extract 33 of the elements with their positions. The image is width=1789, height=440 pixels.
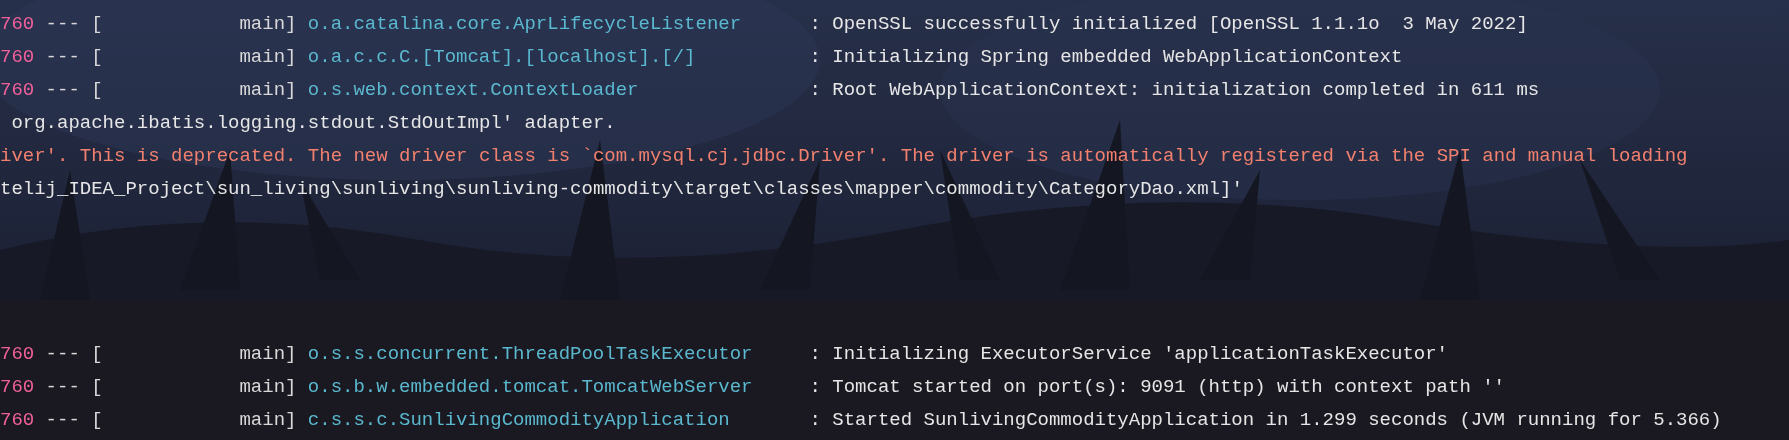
logger-name: c.s.s.c.SunlivingCommodityApplication xyxy=(307,408,731,433)
log-separator: --- [ xyxy=(45,375,104,400)
log-separator: --- [ xyxy=(45,78,104,103)
thread-name: main] xyxy=(239,342,298,367)
log-separator: --- [ xyxy=(45,408,104,433)
log-message: : OpenSSL successfully initialized [OpenSSL 1.1.1o 3 May 2022] xyxy=(809,12,1528,37)
logger-name: o.s.b.w.embedded.tomcat.TomcatWebServer xyxy=(307,375,754,400)
process-id: 760 xyxy=(0,45,36,70)
log-separator: --- [ xyxy=(45,45,104,70)
log-line: telij_IDEA_Project\sun_living\sunliving\sunliving-commodity\target\classes\mapper\commodity\CategoryDao.xml]' xyxy=(0,177,1243,202)
logger-name: o.a.catalina.core.AprLifecycleListener xyxy=(307,12,743,37)
process-id: 760 xyxy=(0,12,36,37)
process-id: 760 xyxy=(0,408,36,433)
process-id: 760 xyxy=(0,78,36,103)
log-message: : Root WebApplicationContext: initialization completed in 611 ms xyxy=(809,78,1540,103)
warning-line: iver'. This is deprecated. The new driver class is `com.mysql.cj.jdbc.Driver'. The driver is automatically registered via the SPI and manual loading xyxy=(0,144,1688,169)
process-id: 760 xyxy=(0,342,36,367)
logger-name: o.s.web.context.ContextLoader xyxy=(307,78,640,103)
thread-name: main] xyxy=(239,12,298,37)
log-message: : Started SunlivingCommodityApplication in 1.299 seconds (JVM running for 5.366) xyxy=(809,408,1722,433)
thread-name: main] xyxy=(239,45,298,70)
log-message: : Initializing Spring embedded WebApplicationContext xyxy=(809,45,1403,70)
process-id: 760 xyxy=(0,375,36,400)
log-line: org.apache.ibatis.logging.stdout.StdOutImpl' adapter. xyxy=(10,111,616,136)
log-message: : Initializing ExecutorService 'applicationTaskExecutor' xyxy=(809,342,1448,367)
thread-name: main] xyxy=(239,375,298,400)
thread-name: main] xyxy=(239,408,298,433)
log-separator: --- [ xyxy=(45,342,104,367)
log-message: : Tomcat started on port(s): 9091 (http) with context path '' xyxy=(809,375,1505,400)
logger-name: o.s.s.concurrent.ThreadPoolTaskExecutor xyxy=(307,342,754,367)
thread-name: main] xyxy=(239,78,298,103)
log-separator: --- [ xyxy=(45,12,104,37)
logger-name: o.a.c.c.C.[Tomcat].[localhost].[/] xyxy=(307,45,697,70)
